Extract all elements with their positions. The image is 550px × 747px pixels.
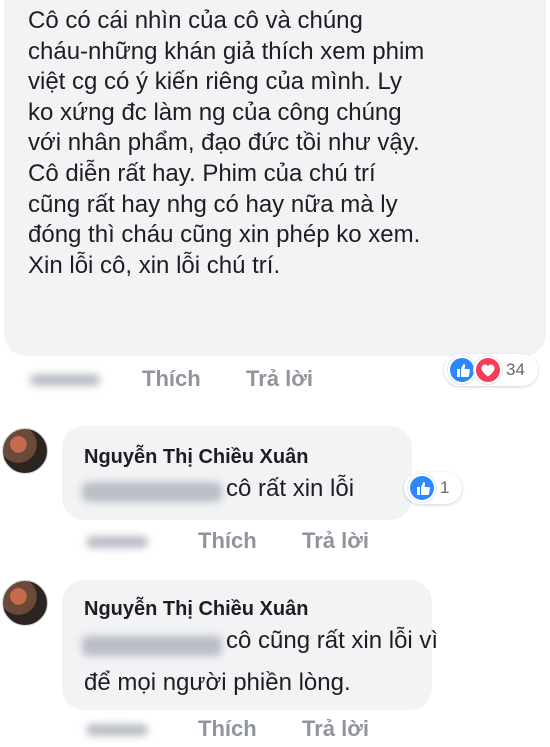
comment-3-reply-button[interactable]: Trả lời (302, 716, 369, 742)
comment-1-line-1: Cô có cái nhìn của cô và chúng (28, 7, 363, 34)
comment-2-text: cô rất xin lỗi (226, 475, 355, 502)
comment-2-author[interactable]: Nguyễn Thị Chiều Xuân (84, 446, 308, 469)
comment-2-reply-button[interactable]: Trả lời (302, 528, 369, 554)
comment-3-text-line-1: cô cũng rất xin lỗi vì (226, 627, 439, 654)
comment-2-like-button[interactable]: Thích (198, 528, 257, 554)
comment-3-timestamp-blurred (86, 724, 148, 736)
like-icon (408, 474, 436, 502)
comment-3-like-button[interactable]: Thích (198, 716, 257, 742)
comment-1-line-4: ko xứng đc làm ng của công chúng (28, 98, 402, 126)
comment-bubble-2 (62, 426, 412, 520)
comment-1-line-2: cháu-những khán giả thích xem phim (28, 37, 425, 65)
comment-1-text: Cô có cái nhìn của cô và chúng cháu-nhữn… (28, 6, 538, 281)
comment-3-author[interactable]: Nguyễn Thị Chiều Xuân (84, 598, 308, 621)
avatar[interactable] (2, 580, 48, 626)
comment-1-line-3: việt cg có ý kiến riêng của mình. Ly (28, 68, 402, 96)
like-icon (448, 356, 476, 384)
avatar[interactable] (2, 428, 48, 474)
comment-1-line-6: Cô diễn rất hay. Phim của chú trí (28, 159, 376, 187)
comment-2-timestamp-blurred (86, 536, 148, 548)
comment-2-mention-blurred[interactable] (82, 482, 222, 502)
comment-1-reply-button[interactable]: Trả lời (246, 366, 313, 392)
comment-1-line-5: với nhân phẩm, đạo đức tồi như vậy. (28, 129, 420, 157)
comment-1-reaction-count: 34 (506, 360, 525, 379)
comment-1-timestamp-blurred (30, 374, 100, 386)
comment-1-line-7: cũng rất hay nhg có hay nữa mà ly (28, 190, 398, 218)
comment-3-mention-blurred[interactable] (82, 636, 222, 656)
heart-icon (474, 356, 502, 384)
comment-1-line-8: đóng thì cháu cũng xin phép ko xem. (28, 221, 421, 249)
comment-1-like-button[interactable]: Thích (142, 366, 201, 392)
comment-1-line-9: Xin lỗi cô, xin lỗi chú trí. (28, 251, 281, 279)
comment-2-reaction-count: 1 (440, 478, 450, 497)
comment-2-reactions[interactable]: 1 (404, 472, 462, 504)
comment-2-actions: Thích Trả lời (0, 528, 550, 558)
comment-3-text-line-2: để mọi người phiền lòng. (84, 669, 351, 696)
comment-1-reactions[interactable]: 34 (444, 354, 538, 386)
comment-3-actions: Thích Trả lời (0, 716, 550, 746)
